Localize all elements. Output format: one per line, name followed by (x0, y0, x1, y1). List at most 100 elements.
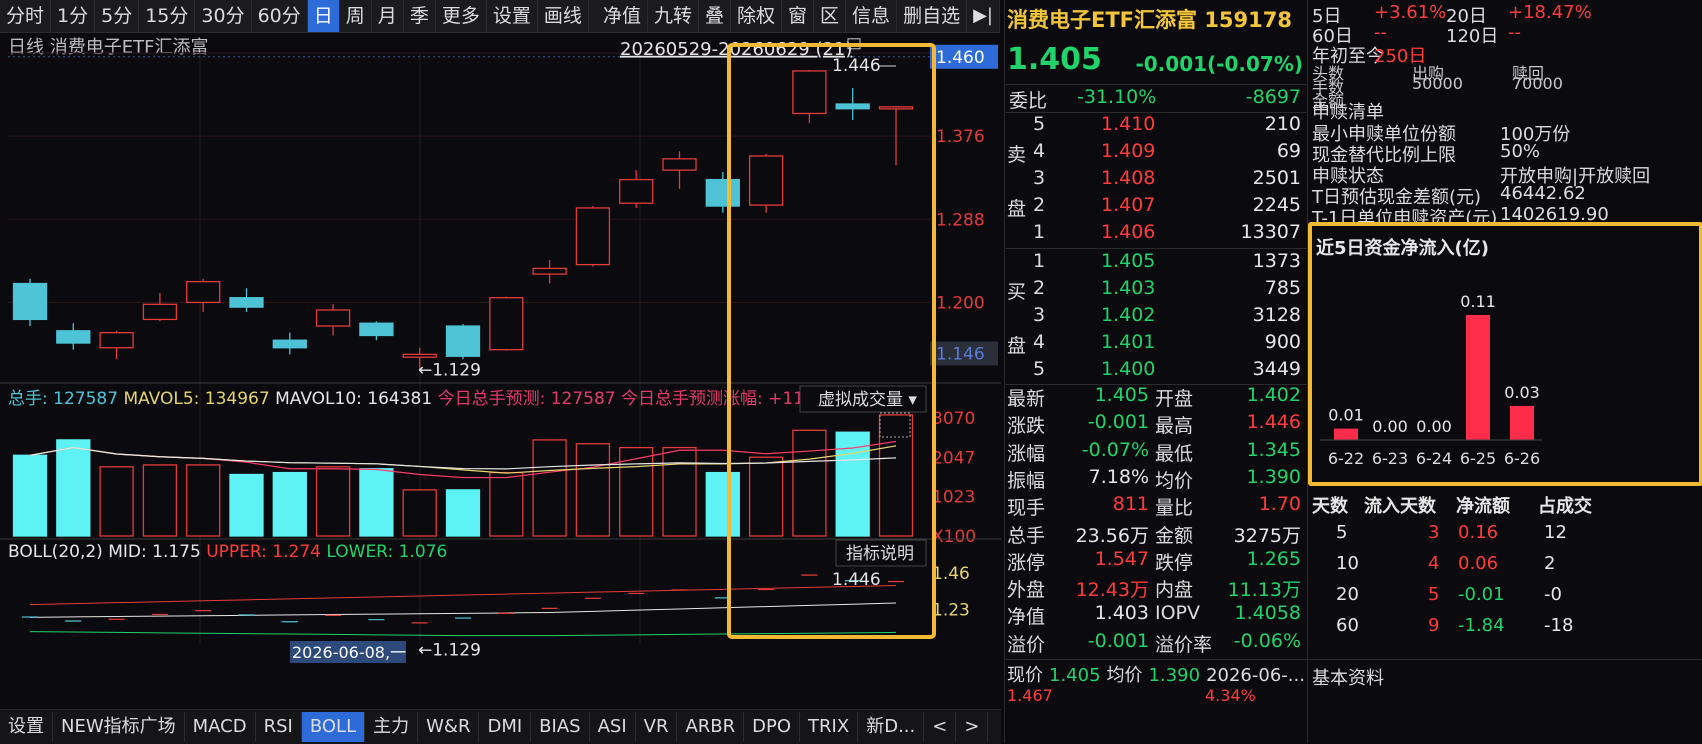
book-volume: 69 (1276, 140, 1301, 162)
toolbar-item-0[interactable]: 分时 (0, 0, 52, 32)
toolbar-item-1[interactable]: 1分 (51, 0, 96, 32)
indicator-tab-2[interactable]: MACD (185, 712, 256, 742)
candle-body (186, 280, 221, 304)
toolbar-item-9[interactable]: 季 (404, 0, 436, 32)
low-label: ←1.129 (418, 360, 481, 380)
volume-bar (402, 489, 437, 537)
volume-bar (532, 439, 567, 537)
flow-bar (1510, 405, 1534, 440)
stat-value: 811 (1112, 493, 1149, 516)
candle-body (99, 332, 134, 349)
toolbar-item-4[interactable]: 30分 (195, 0, 252, 32)
indicator-tab-3[interactable]: RSI (256, 712, 302, 742)
indicator-tab-6[interactable]: W&R (418, 712, 480, 742)
book-level: 3 (1033, 304, 1046, 326)
kline-svg[interactable]: 1.4641.4601.3761.2881.2001.14620260529-2… (0, 33, 1001, 709)
book-price: 1.410 (1101, 113, 1156, 135)
weicha-value: -8697 (1245, 86, 1301, 108)
indicator-tab-0[interactable]: 设置 (0, 712, 53, 742)
toolbar-item-12[interactable]: 画线 (538, 0, 589, 32)
volume-bar (186, 464, 221, 537)
indicator-tab-11[interactable]: ARBR (677, 712, 745, 742)
stat-label: 现手 (1007, 497, 1046, 520)
stat-value2: 1.70 (1258, 493, 1301, 516)
stat-value: -0.07% (1081, 438, 1149, 461)
indicator-tab-bar: 设置 NEW指标广场 MACD RSI BOLL 主力 W&R DMI BIAS ASI VR ARB… (0, 709, 1001, 744)
indicator-tab-5[interactable]: 主力 (365, 712, 419, 742)
stat-value: 1.547 (1094, 547, 1149, 570)
book-level: 3 (1033, 167, 1046, 189)
book-volume: 210 (1264, 113, 1301, 135)
flow-bar (1334, 428, 1358, 440)
book-volume: 900 (1264, 331, 1301, 353)
indicator-tab-1[interactable]: NEW指标广场 (53, 712, 185, 742)
toolbar-item2-7[interactable]: 删自选 (897, 0, 968, 32)
candle-body (532, 267, 567, 275)
toolbar-item-6[interactable]: 日 (307, 0, 340, 32)
high-label: 1.446 (832, 56, 881, 76)
toolbar-item2-0[interactable]: 净值 (597, 0, 648, 32)
toolbar-item2-3[interactable]: 除权 (731, 0, 783, 32)
book-price: 1.407 (1101, 194, 1156, 216)
book-level: 1 (1033, 221, 1046, 243)
stat-label2: IOPV (1155, 602, 1201, 625)
volume-bar (878, 414, 914, 537)
flow-table-head: 净流额 (1456, 496, 1510, 517)
toolbar-item2-6[interactable]: 信息 (846, 0, 898, 32)
toolbar-item-11[interactable]: 设置 (487, 0, 538, 32)
toolbar-item2-2[interactable]: 叠 (699, 0, 731, 32)
period-value: -- (1374, 22, 1387, 43)
next-arrow-icon[interactable]: > (956, 712, 989, 742)
volume-bar (792, 429, 827, 537)
indicator-tab-4[interactable]: BOLL (301, 712, 366, 742)
subscribe-cell: 70000 (1512, 74, 1563, 93)
toolbar-item2-1[interactable]: 九转 (648, 0, 699, 32)
exit-icon[interactable]: ▶| (967, 0, 1000, 32)
period-toolbar: 分时 1分 5分 15分 30分 60分日周月季更多 设置 画线 净值 九转叠除权窗区信息 删自选 ▶… (0, 0, 1000, 33)
indicator-tab-9[interactable]: ASI (590, 712, 636, 742)
indicator-tab-14[interactable]: 新D... (858, 712, 925, 742)
flow-value-label: 0.00 (1372, 417, 1408, 436)
book-price: 1.405 (1101, 250, 1156, 272)
stat-value2: 1.345 (1246, 438, 1301, 461)
flow-day-label: 6-22 (1328, 449, 1364, 468)
volume-tick: 2047 (932, 448, 975, 468)
flow-bar (1466, 315, 1490, 440)
toolbar-item-2[interactable]: 5分 (95, 0, 140, 32)
indicator-tab-12[interactable]: DPO (744, 712, 801, 742)
toolbar-item-8[interactable]: 月 (372, 0, 404, 32)
toolbar-item2-5[interactable]: 区 (814, 0, 847, 32)
toolbar-item-3[interactable]: 15分 (139, 0, 196, 32)
period-value: +3.61% (1374, 2, 1447, 23)
kline-chart-area[interactable]: 日线 消费电子ETF汇添富 1.4641.4601.3761.2881.2001… (0, 33, 1001, 709)
indicator-tab-13[interactable]: TRIX (800, 712, 859, 742)
book-volume: 1373 (1252, 250, 1301, 272)
book-volume: 13307 (1240, 221, 1301, 243)
toolbar-item-5[interactable]: 60分 (252, 0, 308, 32)
flow-day-label: 6-23 (1372, 449, 1408, 468)
book-price: 1.408 (1101, 167, 1156, 189)
basic-info-title[interactable]: 基本资料 (1312, 664, 1384, 690)
toolbar-item-7[interactable]: 周 (340, 0, 372, 32)
stat-label2: 开盘 (1155, 388, 1194, 410)
footer-sub: 1.467 (1007, 686, 1053, 705)
footer-part: 2026-06-... (1206, 665, 1305, 686)
toolbar-item2-4[interactable]: 窗 (782, 0, 815, 32)
volume-bar (748, 456, 784, 537)
book-volume: 3449 (1252, 358, 1301, 380)
indicator-tab-10[interactable]: VR (636, 712, 678, 742)
flow-day-label: 6-26 (1504, 449, 1540, 468)
period-label2: 120日 (1446, 26, 1499, 47)
boll-upper-line (29, 585, 897, 606)
flow-table-cell: 10 (1336, 553, 1359, 574)
book-side-label: 卖 (1007, 144, 1027, 166)
candle-body (12, 282, 48, 321)
toolbar-item-10[interactable]: 更多 (436, 0, 487, 32)
prev-arrow-icon[interactable]: < (924, 712, 957, 742)
indicator-tab-8[interactable]: BIAS (531, 712, 590, 742)
indicator-tab-7[interactable]: DMI (479, 712, 532, 742)
flow-table-cell: 0.06 (1458, 553, 1499, 574)
redeem-value: 50% (1500, 141, 1541, 162)
flow-table-cell: 9 (1428, 615, 1440, 636)
boll-mid-line (29, 602, 897, 618)
